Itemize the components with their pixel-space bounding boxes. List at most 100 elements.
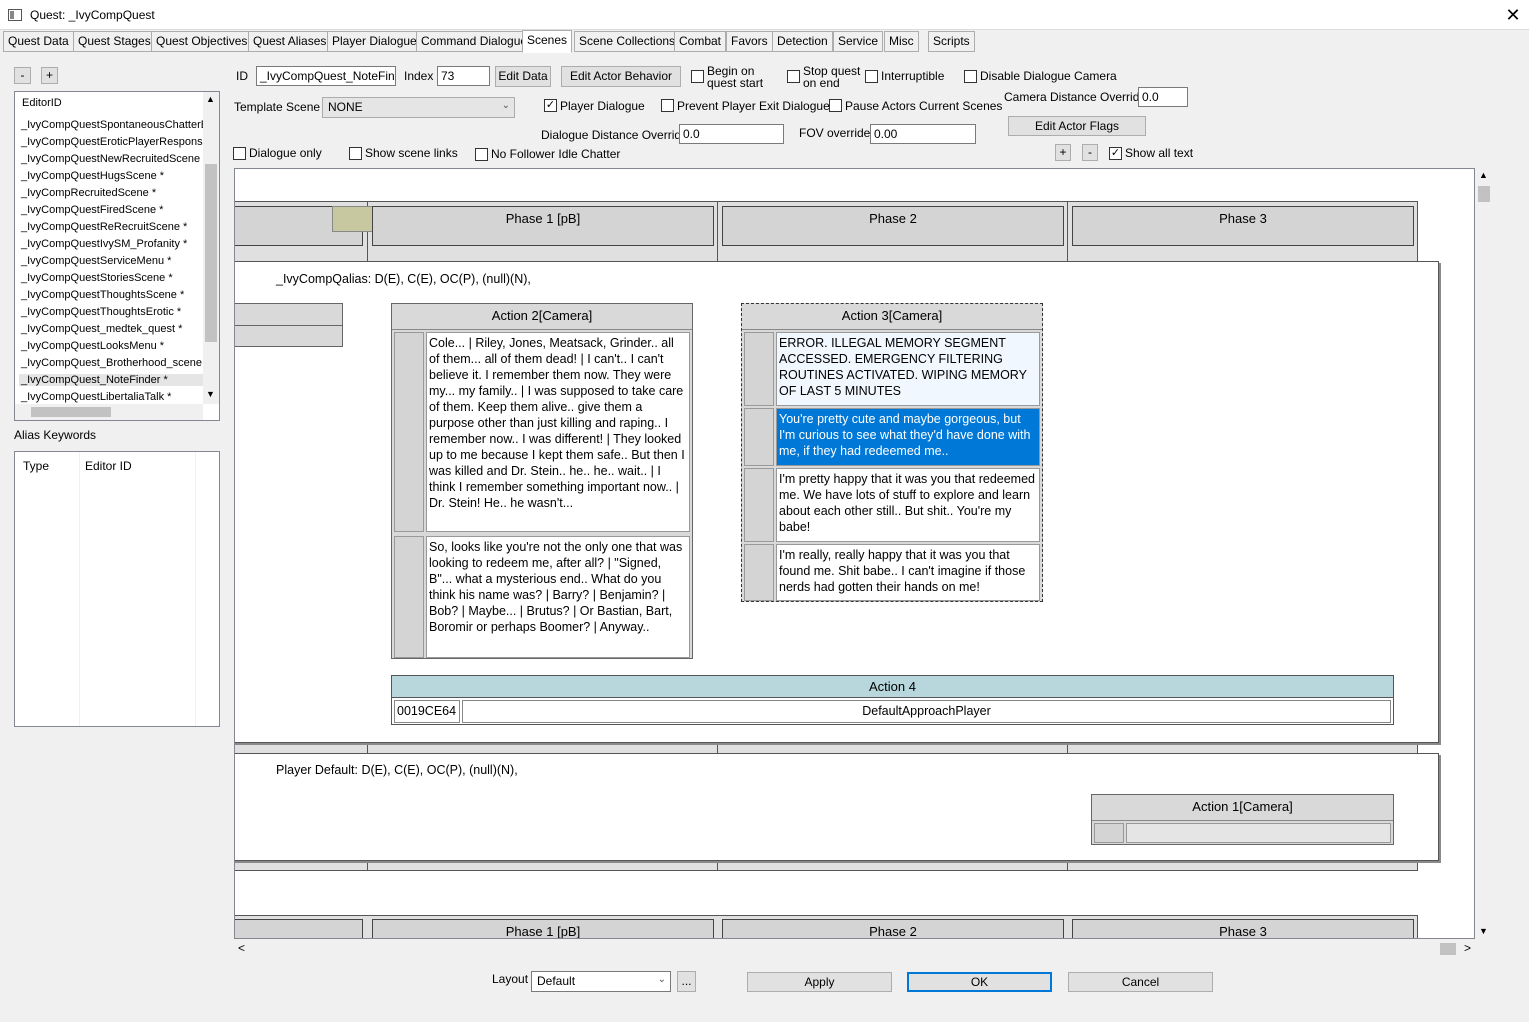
phase-1-header[interactable]: Phase 1 [pB] bbox=[372, 206, 714, 246]
tab-service[interactable]: Service bbox=[833, 31, 884, 52]
action-1-partial[interactable] bbox=[235, 303, 343, 347]
disable-dialogue-camera-checkbox[interactable] bbox=[964, 70, 977, 83]
phase-2-header[interactable]: Phase 2 bbox=[722, 919, 1064, 938]
tab-scenes[interactable]: Scenes bbox=[522, 30, 573, 53]
scroll-up-icon[interactable]: ▲ bbox=[206, 94, 215, 104]
prevent-exit-checkbox[interactable] bbox=[661, 99, 674, 112]
dialogue-line-empty[interactable] bbox=[1126, 823, 1391, 843]
phase-3-header[interactable]: Phase 3 bbox=[1072, 919, 1414, 938]
tab-quest-data[interactable]: Quest Data bbox=[3, 31, 74, 52]
id-input[interactable]: _IvyCompQuest_NoteFinder bbox=[256, 66, 396, 86]
tab-favors[interactable]: Favors bbox=[726, 31, 773, 52]
list-item[interactable]: _IvyCompQuestIvySM_Profanity * bbox=[21, 238, 187, 250]
remove-scene-button[interactable]: - bbox=[14, 67, 31, 84]
layout-more-button[interactable]: ... bbox=[677, 971, 696, 992]
interruptible-checkbox[interactable] bbox=[865, 70, 878, 83]
tab-command-dialogue[interactable]: Command Dialogue bbox=[416, 31, 533, 52]
zoom-out-button[interactable]: - bbox=[1082, 144, 1098, 161]
line-handle[interactable] bbox=[394, 332, 424, 532]
scroll-left-icon[interactable]: < bbox=[238, 941, 245, 955]
show-scene-links-checkbox[interactable] bbox=[349, 147, 362, 160]
list-horizontal-scrollbar[interactable] bbox=[15, 404, 203, 420]
tab-quest-objectives[interactable]: Quest Objectives bbox=[151, 31, 253, 52]
alias-keywords-list[interactable]: Type Editor ID bbox=[14, 451, 220, 727]
ok-button[interactable]: OK bbox=[907, 972, 1052, 992]
apply-button[interactable]: Apply bbox=[747, 972, 892, 992]
scene-canvas[interactable]: Phase 1 [pB] Phase 2 Phase 3 _IvyCompQal… bbox=[234, 168, 1475, 939]
tab-scripts[interactable]: Scripts bbox=[928, 31, 975, 52]
canvas-horizontal-scrollbar[interactable]: < > bbox=[234, 940, 1475, 957]
edit-actor-behavior-button[interactable]: Edit Actor Behavior bbox=[561, 66, 681, 87]
tab-quest-aliases[interactable]: Quest Aliases bbox=[248, 31, 332, 52]
list-item[interactable]: _IvyCompQuestSpontaneousChatterE bbox=[21, 119, 208, 131]
list-item[interactable]: _IvyCompQuestThoughtsErotic * bbox=[21, 306, 181, 318]
scroll-up-icon[interactable]: ▲ bbox=[1479, 170, 1488, 180]
list-item[interactable]: _IvyCompQuestNewRecruitedScene * bbox=[21, 153, 207, 165]
list-item[interactable]: _IvyCompQuestThoughtsScene * bbox=[21, 289, 184, 301]
template-scene-select[interactable]: NONE ⌄ bbox=[322, 97, 515, 118]
cancel-button[interactable]: Cancel bbox=[1068, 972, 1213, 992]
tab-detection[interactable]: Detection bbox=[772, 31, 833, 52]
edit-data-button[interactable]: Edit Data bbox=[495, 66, 551, 87]
canvas-vertical-scrollbar[interactable]: ▲ ▼ bbox=[1475, 168, 1492, 939]
close-icon[interactable]: ✕ bbox=[1502, 4, 1524, 26]
dialogue-line[interactable]: I'm really, really happy that it was you… bbox=[776, 544, 1040, 601]
phase-2-header[interactable]: Phase 2 bbox=[722, 206, 1064, 246]
index-input[interactable]: 73 bbox=[437, 66, 490, 86]
camera-distance-input[interactable]: 0.0 bbox=[1138, 87, 1188, 107]
scrollbar-thumb[interactable] bbox=[205, 164, 217, 342]
pause-actors-checkbox[interactable] bbox=[829, 99, 842, 112]
list-item[interactable]: _IvyCompQuest_medtek_quest * bbox=[21, 323, 182, 335]
column-header-type[interactable]: Type bbox=[23, 459, 49, 473]
begin-on-quest-start-checkbox[interactable] bbox=[691, 70, 704, 83]
line-handle[interactable] bbox=[394, 536, 424, 658]
line-handle[interactable] bbox=[744, 332, 774, 406]
zoom-in-button[interactable]: + bbox=[1055, 144, 1071, 161]
alias-panel-ivycomp[interactable]: _IvyCompQalias: D(E), C(E), OC(P), (null… bbox=[235, 261, 1439, 743]
tab-misc[interactable]: Misc bbox=[884, 31, 919, 52]
list-item[interactable]: _IvyCompQuest_Brotherhood_scene * bbox=[21, 357, 209, 369]
action-2-camera[interactable]: Action 2[Camera] Cole... | Riley, Jones,… bbox=[391, 303, 693, 659]
scrollbar-thumb[interactable] bbox=[1478, 186, 1490, 202]
action-4-package[interactable]: Action 4 0019CE64 DefaultApproachPlayer bbox=[391, 675, 1394, 725]
scroll-down-icon[interactable]: ▼ bbox=[206, 389, 215, 399]
edit-actor-flags-button[interactable]: Edit Actor Flags bbox=[1008, 116, 1146, 136]
list-header-editorid[interactable]: EditorID bbox=[22, 97, 62, 109]
scrollbar-thumb[interactable] bbox=[1440, 943, 1456, 955]
tab-scene-collections[interactable]: Scene Collections bbox=[574, 31, 681, 52]
fov-input[interactable]: 0.00 bbox=[870, 124, 976, 144]
scroll-right-icon[interactable]: > bbox=[1464, 941, 1471, 955]
list-item-selected[interactable]: _IvyCompQuest_NoteFinder * bbox=[19, 374, 203, 386]
layout-select[interactable]: Default ⌄ bbox=[531, 971, 671, 992]
list-item[interactable]: _IvyCompQuestStoriesScene * bbox=[21, 272, 173, 284]
phase-3-header[interactable]: Phase 3 bbox=[1072, 206, 1414, 246]
list-item[interactable]: _IvyCompRecruitedScene * bbox=[21, 187, 156, 199]
list-item[interactable]: _IvyCompQuestServiceMenu * bbox=[21, 255, 171, 267]
add-scene-button[interactable]: + bbox=[41, 67, 58, 84]
tab-quest-stages[interactable]: Quest Stages bbox=[73, 31, 156, 52]
alias-panel-player[interactable]: Player Default: D(E), C(E), OC(P), (null… bbox=[235, 753, 1439, 861]
dialogue-line-selected[interactable]: You're pretty cute and maybe gorgeous, b… bbox=[776, 408, 1040, 466]
player-dialogue-checkbox[interactable]: ✓ bbox=[544, 99, 557, 112]
line-handle[interactable] bbox=[744, 544, 774, 601]
package-form-id[interactable]: 0019CE64 bbox=[394, 700, 460, 723]
list-item[interactable]: _IvyCompQuestHugsScene * bbox=[21, 170, 164, 182]
line-handle[interactable] bbox=[744, 468, 774, 542]
stop-quest-on-end-checkbox[interactable] bbox=[787, 70, 800, 83]
no-follower-idle-checkbox[interactable] bbox=[475, 148, 488, 161]
list-item[interactable]: _IvyCompQuestEroticPlayerResponse bbox=[21, 136, 209, 148]
list-item[interactable]: _IvyCompQuestReRecruitScene * bbox=[21, 221, 187, 233]
dialogue-line[interactable]: Cole... | Riley, Jones, Meatsack, Grinde… bbox=[426, 332, 690, 532]
line-handle[interactable] bbox=[744, 408, 774, 466]
scrollbar-thumb[interactable] bbox=[31, 407, 111, 417]
list-vertical-scrollbar[interactable]: ▲ ▼ bbox=[203, 92, 219, 404]
action-3-camera[interactable]: Action 3[Camera] ERROR. ILLEGAL MEMORY S… bbox=[741, 303, 1043, 602]
dialogue-line[interactable]: ERROR. ILLEGAL MEMORY SEGMENT ACCESSED. … bbox=[776, 332, 1040, 406]
list-item[interactable]: _IvyCompQuestLooksMenu * bbox=[21, 340, 164, 352]
scene-list[interactable]: EditorID _IvyCompQuestSpontaneousChatter… bbox=[14, 91, 220, 421]
column-header-editor-id[interactable]: Editor ID bbox=[85, 459, 132, 473]
show-all-text-checkbox[interactable]: ✓ bbox=[1109, 147, 1122, 160]
package-name[interactable]: DefaultApproachPlayer bbox=[462, 700, 1391, 723]
phase-0-header[interactable] bbox=[235, 919, 363, 938]
list-item[interactable]: _IvyCompQuestLibertaliaTalk * bbox=[21, 391, 171, 403]
